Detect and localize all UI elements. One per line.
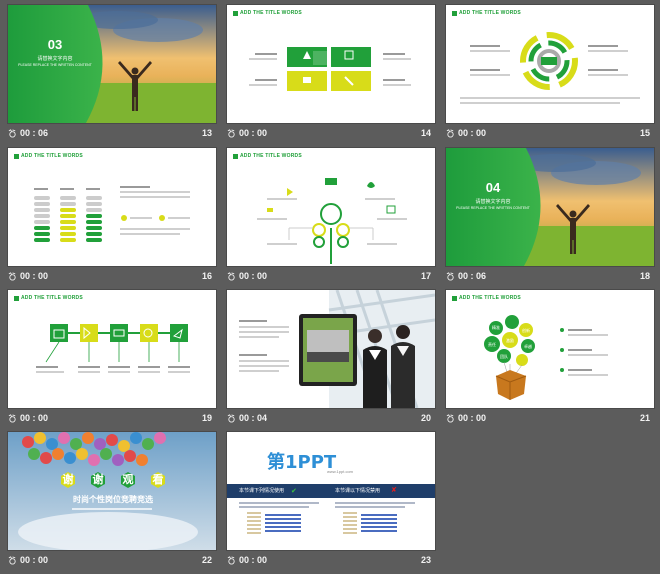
allowed-title: 本节课下列情况使用 (239, 488, 285, 494)
balloon-label: 创新 (522, 328, 530, 333)
slide-number: 14 (420, 128, 431, 138)
slide-number: 17 (420, 271, 431, 281)
section-number: 04 (485, 180, 501, 195)
timing-icon (227, 272, 235, 281)
slide-number: 20 (420, 413, 431, 423)
slide-thumb-20[interactable]: 00 : 04 20 (227, 290, 435, 430)
slide-number: 16 (201, 271, 212, 281)
business-photo (299, 290, 435, 408)
section-en: PLEASE REPLACE THE WRITTEN CONTENT (456, 206, 530, 210)
timing-icon (227, 129, 235, 138)
slide-timing: 00 : 00 (239, 271, 268, 281)
slide-13-canvas[interactable]: 03 请替换文字内容 PLEASE REPLACE THE WRITTEN CO… (8, 5, 216, 123)
slide-17-canvas[interactable]: ADD THE TITLE WORDS (227, 148, 435, 266)
info-bar: 本节课下列情况使用 ✔ 本节课以下情况禁用 ✘ (227, 484, 435, 498)
thanks-char: 谢 (92, 474, 104, 486)
slide-thumb-19[interactable]: ADD THE TITLE WORDS 00: 00 19 (8, 290, 216, 430)
forbidden-title: 本节课以下情况禁用 (335, 488, 381, 494)
ppt-logo-url: www.1ppt.com (327, 469, 354, 474)
slide-timing: 00 : 00 (20, 271, 49, 281)
slide-timing: 00 : 00 (239, 128, 268, 138)
timing-icon (227, 556, 235, 565)
slide-23-canvas[interactable]: 第1PPT www.1ppt.com 本节课下列情况使用 ✔ 本节课以下情况禁用… (227, 432, 435, 550)
timing-icon (446, 272, 454, 281)
slide-20-canvas[interactable] (227, 290, 435, 408)
slide-14-canvas[interactable]: ADD THE TITLE WORDS (227, 5, 435, 123)
slide-thumb-23[interactable]: 第1PPT www.1ppt.com 本节课下列情况使用 ✔ 本节课以下情况禁用… (227, 432, 435, 572)
slide-thumb-14[interactable]: ADD THE TITLE WORDS 00: 00 14 (227, 5, 435, 145)
slide-number: 18 (639, 271, 650, 281)
slide-22-canvas[interactable]: 谢 谢 观 看 时尚个性岗位竞聘竞选 (8, 432, 216, 550)
balloons-sky-photo (8, 432, 216, 550)
section-number: 03 (47, 37, 63, 52)
slide-21-canvas[interactable]: ADD THE TITLE WORDS 精准 责任 激励 卓越 团队 创新 (446, 290, 654, 408)
four-block-diagram (287, 47, 371, 91)
process-steps (45, 324, 188, 363)
slide-thumb-21[interactable]: ADD THE TITLE WORDS 精准 责任 激励 卓越 团队 创新 00… (446, 290, 654, 430)
slide-thumb-18[interactable]: 04 请替换文字内容 PLEASE REPLACE THE WRITTEN CO… (446, 148, 654, 288)
slide-timing: 00 : 00 (20, 555, 49, 565)
balloon-box (484, 315, 564, 400)
slide-timing: 00 : 00 (458, 128, 487, 138)
slide-timing: 00 : 06 (458, 271, 487, 281)
ring-diagram (520, 32, 578, 90)
slide-16-canvas[interactable]: ADD THE TITLE WORDS (8, 148, 216, 266)
slide-timing: 00 : 00 (458, 413, 487, 423)
balloon-label: 激励 (506, 338, 514, 343)
section-subtitle: 请替换文字内容 (37, 56, 73, 62)
thanks-char: 谢 (62, 474, 74, 486)
timing-icon (227, 414, 235, 423)
timing-icon (446, 414, 454, 423)
thanks-char: 观 (122, 474, 134, 486)
balloon-label: 责任 (488, 342, 496, 347)
balloon-label: 卓越 (524, 344, 532, 349)
slide-number: 21 (639, 413, 650, 423)
slide-number: 23 (420, 555, 431, 565)
slide-timing: 00 : 06 (20, 128, 49, 138)
slide-timing: 00 : 00 (239, 555, 268, 565)
cross-icon: ✘ (391, 487, 397, 494)
slide-15-canvas[interactable]: ADD THE TITLE WORDS (446, 5, 654, 123)
slide-timing: 00 : 00 (20, 413, 49, 423)
section-subtitle: 请替换文字内容 (475, 199, 511, 205)
tree-diagram (267, 178, 396, 264)
slide-number: 19 (201, 413, 212, 423)
timing-icon (446, 129, 454, 138)
slide-thumb-15[interactable]: ADD THE TITLE WORDS 00 : 00 15 (446, 5, 654, 145)
thanks-char: 看 (152, 474, 164, 486)
slide-number: 13 (201, 128, 212, 138)
slide-timing: 00 : 04 (239, 413, 268, 423)
slide-number: 22 (201, 555, 212, 565)
slide-18-canvas[interactable]: 04 请替换文字内容 PLEASE REPLACE THE WRITTEN CO… (446, 148, 654, 266)
timing-icon (8, 556, 16, 565)
qr-thumb (247, 512, 261, 534)
slide-19-canvas[interactable]: ADD THE TITLE WORDS (8, 290, 216, 408)
slide-number: 15 (639, 128, 650, 138)
slide-thumb-22[interactable]: 谢 谢 观 看 时尚个性岗位竞聘竞选 00 : 00 22 (8, 432, 216, 572)
timing-icon (8, 414, 16, 423)
slide-sorter-grid: 03 请替换文字内容 PLEASE REPLACE THE WRITTEN CO… (0, 0, 660, 574)
stacked-level-bars (34, 196, 165, 242)
slide-thumb-17[interactable]: ADD THE TITLE WORDS 00: 00 17 (227, 148, 435, 288)
timing-icon (8, 129, 16, 138)
slide-subtitle: 时尚个性岗位竞聘竞选 (73, 495, 153, 504)
slide-thumb-13[interactable]: 03 请替换文字内容 PLEASE REPLACE THE WRITTEN CO… (8, 5, 216, 145)
balloon-label: 团队 (500, 354, 508, 359)
ppt-logo: 第1PPT (267, 452, 337, 473)
timing-icon (8, 272, 16, 281)
qr-thumb (343, 512, 357, 534)
balloon-label: 精准 (492, 325, 500, 330)
check-icon: ✔ (291, 488, 297, 495)
slide-thumb-16[interactable]: ADD THE TITLE WORDS 00: 00 16 (8, 148, 216, 288)
section-en: PLEASE REPLACE THE WRITTEN CONTENT (18, 63, 92, 67)
